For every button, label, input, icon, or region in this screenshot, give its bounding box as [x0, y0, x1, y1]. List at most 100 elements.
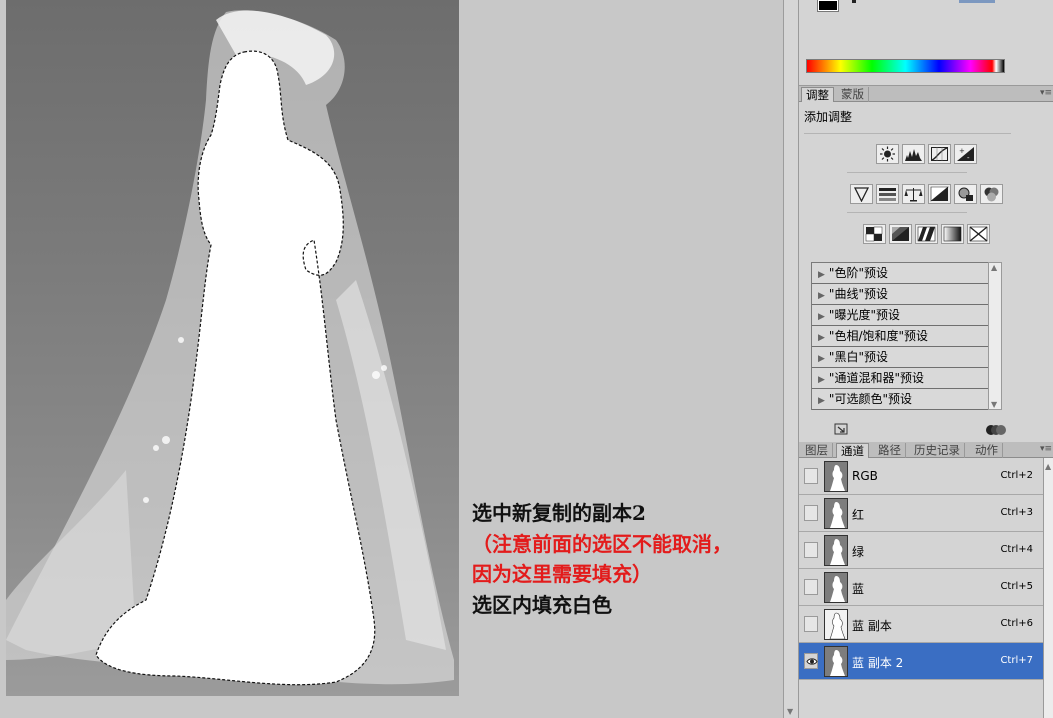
curves-icon[interactable] [928, 144, 951, 164]
visibility-toggle[interactable] [804, 616, 818, 632]
channels-scrollbar[interactable]: ▲ [1043, 458, 1053, 718]
preset-label: "黑白"预设 [828, 350, 888, 364]
vibrance-icon[interactable] [850, 184, 873, 204]
gradient-map-icon[interactable] [941, 224, 964, 244]
preset-item[interactable]: ▶ "色阶"预设 [812, 263, 999, 284]
channel-row[interactable]: 蓝 副本 Ctrl+6 [799, 606, 1043, 643]
channel-row[interactable]: 红 Ctrl+3 [799, 495, 1043, 532]
preset-list-scrollbar[interactable]: ▲ ▼ [988, 262, 1002, 410]
exposure-icon[interactable]: + - [954, 144, 977, 164]
channels-panel: RGB Ctrl+2 红 Ctrl+3 绿 Ctrl+4 蓝 Ctrl+5 蓝 副本 Ctrl+6… [799, 458, 1043, 718]
preset-label: "色阶"预设 [828, 266, 888, 280]
visibility-toggle[interactable] [804, 542, 818, 558]
channel-row[interactable]: 蓝 Ctrl+5 [799, 569, 1043, 606]
visibility-toggle[interactable] [804, 468, 818, 484]
channel-shortcut: Ctrl+7 [1000, 655, 1033, 666]
color-panel [799, 0, 1053, 86]
preset-item[interactable]: ▶ "可选颜色"预设 [812, 389, 999, 410]
clip-to-layer-icon[interactable] [985, 423, 1007, 437]
divider [804, 133, 1011, 134]
preset-item[interactable]: ▶ "曲线"预设 [812, 284, 999, 305]
color-value-field[interactable] [959, 0, 995, 3]
scroll-down-icon[interactable]: ▼ [787, 707, 793, 716]
visibility-toggle[interactable] [804, 579, 818, 595]
preset-item[interactable]: ▶ "通道混和器"预设 [812, 368, 999, 389]
divider [847, 212, 967, 213]
workspace-scrollbar[interactable]: ▼ [783, 0, 798, 718]
foreground-color-swatch[interactable] [817, 0, 839, 12]
expand-triangle-icon[interactable]: ▶ [818, 270, 825, 280]
brightness-contrast-icon[interactable] [876, 144, 899, 164]
posterize-icon[interactable] [889, 224, 912, 244]
channel-row[interactable]: 绿 Ctrl+4 [799, 532, 1043, 569]
channel-mixer-icon[interactable] [980, 184, 1003, 204]
adjustment-icon-row-1: + - [799, 144, 1053, 164]
channel-thumbnail [824, 572, 848, 603]
tab-history[interactable]: 历史记录 [910, 443, 965, 458]
document-image[interactable] [6, 0, 459, 696]
channel-name: 红 [852, 508, 865, 522]
adjustments-panel: 添加调整 + - ▶ "色阶"预设 ▶ "曲线"预设 ▶ "曝光度"预设 ▶ "色相/饱和… [799, 102, 1053, 442]
channel-shortcut: Ctrl+4 [1000, 544, 1033, 555]
channel-thumbnail [824, 646, 848, 677]
eye-icon [806, 658, 818, 665]
expand-triangle-icon[interactable]: ▶ [818, 375, 825, 385]
channel-name: 蓝 副本 2 [852, 656, 904, 670]
tab-adjustments[interactable]: 调整 [801, 87, 834, 103]
scroll-up-icon[interactable]: ▲ [1045, 462, 1051, 471]
svg-text:+: + [959, 147, 965, 155]
selective-color-icon[interactable] [967, 224, 990, 244]
tab-layers[interactable]: 图层 [801, 443, 833, 458]
channel-row[interactable]: 蓝 副本 2 Ctrl+7 [799, 643, 1043, 680]
color-spectrum-bar[interactable] [806, 59, 1005, 73]
channel-row[interactable]: RGB Ctrl+2 [799, 458, 1043, 495]
visibility-toggle[interactable] [804, 653, 818, 669]
preset-item[interactable]: ▶ "曝光度"预设 [812, 305, 999, 326]
return-to-list-icon[interactable] [834, 423, 850, 437]
black-white-icon[interactable] [928, 184, 951, 204]
channel-thumbnail [824, 609, 848, 640]
invert-icon[interactable] [863, 224, 886, 244]
preset-item[interactable]: ▶ "色相/饱和度"预设 [812, 326, 999, 347]
adjustment-icon-row-2 [799, 184, 1053, 204]
channel-shortcut: Ctrl+2 [1000, 470, 1033, 481]
preset-item[interactable]: ▶ "黑白"预设 [812, 347, 999, 368]
default-colors-icon[interactable] [852, 0, 856, 3]
scroll-up-icon[interactable]: ▲ [991, 263, 997, 272]
tab-actions[interactable]: 动作 [971, 443, 1003, 458]
hue-saturation-icon[interactable] [876, 184, 899, 204]
document-canvas-area[interactable]: 选中新复制的副本2 （注意前面的选区不能取消， 因为这里需要填充） 选区内填充白… [0, 0, 783, 718]
tab-channels[interactable]: 通道 [836, 443, 869, 459]
preset-label: "通道混和器"预设 [828, 371, 924, 385]
expand-triangle-icon[interactable]: ▶ [818, 354, 825, 364]
tab-masks[interactable]: 蒙版 [837, 87, 869, 102]
threshold-icon[interactable] [915, 224, 938, 244]
panel-menu-icon[interactable]: ▾≡ [1040, 88, 1052, 98]
expand-triangle-icon[interactable]: ▶ [818, 291, 825, 301]
panel-dock: 调整 蒙版 ▾≡ 添加调整 + - ▶ "色阶"预设 ▶ "曲线"预设 ▶ "曝光度"预… [798, 0, 1053, 718]
divider [847, 172, 967, 173]
expand-triangle-icon[interactable]: ▶ [818, 396, 825, 406]
caption-line-4: 选区内填充白色 [472, 592, 612, 617]
expand-triangle-icon[interactable]: ▶ [818, 312, 825, 322]
expand-triangle-icon[interactable]: ▶ [818, 333, 825, 343]
channel-shortcut: Ctrl+6 [1000, 618, 1033, 629]
photo-filter-icon[interactable] [954, 184, 977, 204]
preset-label: "可选颜色"预设 [828, 392, 912, 406]
color-balance-icon[interactable] [902, 184, 925, 204]
caption-line-3: 因为这里需要填充） [472, 562, 652, 586]
channel-name: 蓝 [852, 582, 865, 596]
caption-line-1: 选中新复制的副本2 [472, 501, 646, 525]
channel-shortcut: Ctrl+3 [1000, 507, 1033, 518]
scroll-down-icon[interactable]: ▼ [991, 400, 997, 409]
adjustments-tabstrip: 调整 蒙版 ▾≡ [799, 86, 1053, 103]
panel-menu-icon[interactable]: ▾≡ [1040, 444, 1052, 454]
tab-paths[interactable]: 路径 [874, 443, 906, 458]
visibility-toggle[interactable] [804, 505, 818, 521]
levels-icon[interactable] [902, 144, 925, 164]
channel-name: 绿 [852, 545, 865, 559]
preset-label: "色相/饱和度"预设 [828, 329, 929, 343]
preset-list: ▶ "色阶"预设 ▶ "曲线"预设 ▶ "曝光度"预设 ▶ "色相/饱和度"预设 ▶ "黑… [811, 262, 1000, 410]
caption-line-2: （注意前面的选区不能取消， [472, 531, 732, 556]
bride-photo-illustration [6, 10, 454, 686]
